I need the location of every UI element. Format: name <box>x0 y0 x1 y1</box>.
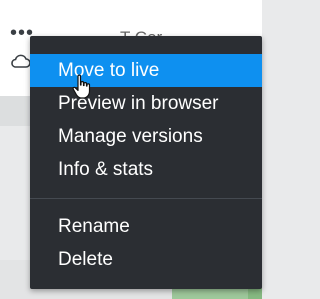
menu-item-rename[interactable]: Rename <box>30 210 262 243</box>
menu-separator <box>30 198 262 199</box>
menu-item-info-stats[interactable]: Info & stats <box>30 153 262 186</box>
hand-pointer-icon <box>72 74 91 99</box>
menu-item-move-to-live[interactable]: Move to live <box>30 54 262 87</box>
context-menu: Move to live Preview in browser Manage v… <box>30 36 262 289</box>
menu-item-delete[interactable]: Delete <box>30 243 262 276</box>
menu-item-manage-versions[interactable]: Manage versions <box>30 120 262 153</box>
menu-item-preview-in-browser[interactable]: Preview in browser <box>30 87 262 120</box>
cloud-icon <box>11 54 30 68</box>
